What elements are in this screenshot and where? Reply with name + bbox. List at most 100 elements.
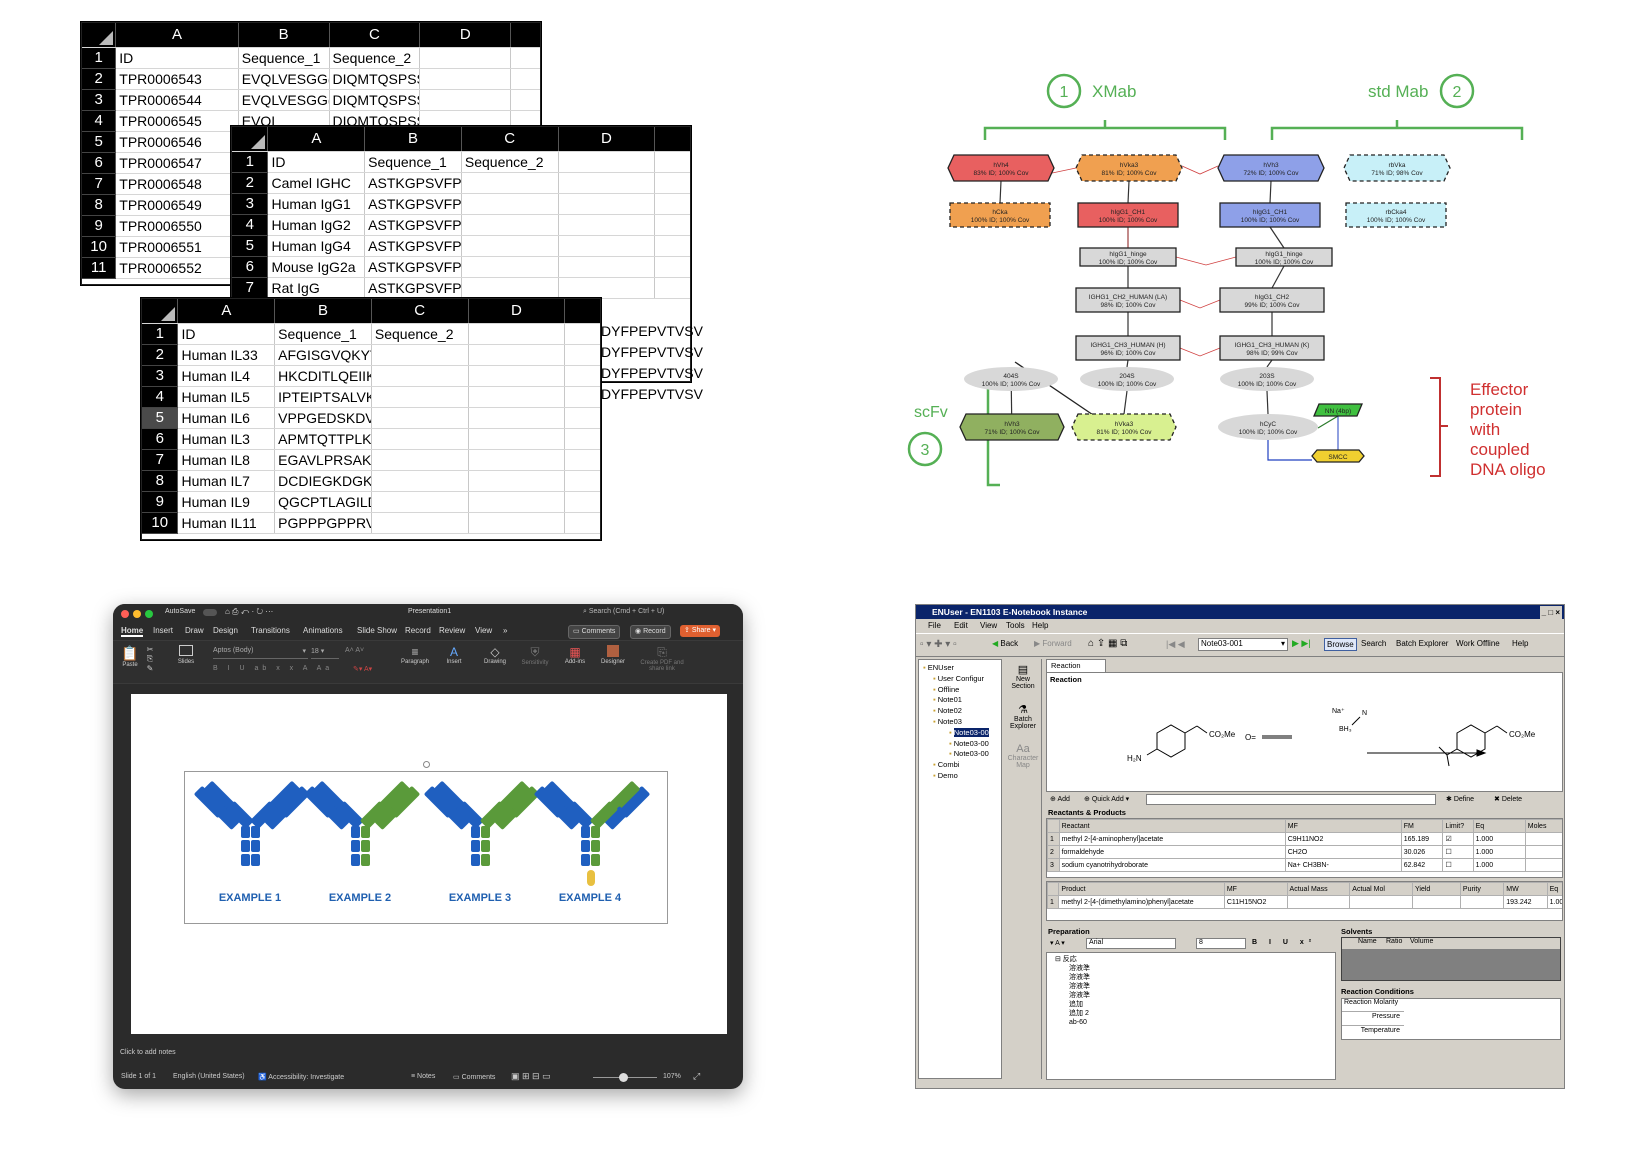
row-header[interactable]: 4 <box>82 110 117 132</box>
cell[interactable]: Human IL7 <box>177 470 276 492</box>
row-header[interactable]: 10 <box>82 236 117 258</box>
bold-italic-underline-buttons[interactable]: B I U x² <box>1252 939 1316 946</box>
row-header[interactable]: 2 <box>82 68 117 90</box>
column-header[interactable]: MF <box>1223 882 1288 896</box>
cell[interactable]: Rat IgG <box>267 277 366 299</box>
row-header[interactable]: 2 <box>232 172 269 194</box>
table-row[interactable]: 3 sodium cyanotrihydroborate Na+ CH3BN- 62.… <box>1047 858 1562 872</box>
cell[interactable] <box>371 512 469 534</box>
cell[interactable] <box>1524 858 1562 872</box>
cell[interactable]: TPR0006551 <box>115 236 239 258</box>
menu-edit[interactable]: Edit <box>954 619 968 632</box>
products-grid[interactable]: Product MF Actual Mass Actual Mol Yield Purit… <box>1046 881 1563 921</box>
cell[interactable] <box>558 214 656 236</box>
tab-design[interactable]: Design <box>213 626 238 635</box>
cell[interactable] <box>564 470 600 492</box>
column-header[interactable]: Reactant <box>1058 819 1286 833</box>
cell[interactable]: Human IL33 <box>177 344 276 366</box>
column-header[interactable]: MF <box>1284 819 1402 833</box>
search-input[interactable]: ⌕ Search (Cmd + Ctrl + U) <box>583 608 664 616</box>
cell[interactable]: DIQMTQSPSSLSASVGDRVTITCLASQTIGT <box>329 68 421 90</box>
cell[interactable]: TPR0006547 <box>115 152 239 174</box>
autosave-toggle[interactable] <box>203 609 217 616</box>
column-header[interactable]: Product <box>1058 882 1225 896</box>
cell[interactable]: sodium cyanotrihydroborate <box>1058 858 1286 872</box>
share-button[interactable]: ⇪ Share ▾ <box>680 625 720 637</box>
row-header[interactable]: 3 <box>142 365 179 387</box>
tree-node[interactable]: ▪ Note01 <box>933 695 962 704</box>
cell[interactable]: Sequence_2 <box>371 323 469 345</box>
row-number[interactable]: 1 <box>1047 832 1060 846</box>
tab-home[interactable]: Home <box>121 626 144 637</box>
cell[interactable]: ID <box>115 47 239 69</box>
row-header[interactable]: 8 <box>142 470 179 492</box>
row-header[interactable]: 5 <box>82 131 117 153</box>
tab-slideshow[interactable]: Slide Show <box>357 626 397 635</box>
cell[interactable] <box>468 344 566 366</box>
quick-add-input[interactable] <box>1146 794 1436 805</box>
cell[interactable]: ASTKGPSVFPLAPSSKSTSGGTAALGCLVKDYFPEPVTVS… <box>364 235 462 257</box>
tree-node[interactable]: ▪ Note02 <box>933 706 962 715</box>
tab-reaction[interactable]: Reaction <box>1046 659 1106 672</box>
tree-node[interactable]: ▪ Note03 <box>933 717 962 726</box>
cell[interactable]: EVQLVESGG( <box>238 89 330 111</box>
back-button[interactable]: ◀ Back <box>992 639 1018 648</box>
cell[interactable] <box>654 214 690 236</box>
column-header[interactable]: MW <box>1503 882 1548 896</box>
cell[interactable]: TPR0006548 <box>115 173 239 195</box>
preparation-editor[interactable]: ⊟ 反応 溶液準 溶液準 溶液準 溶液準 追加 追加 2 ab-60 <box>1046 952 1336 1080</box>
note-select[interactable]: Note03-001 ▾ <box>1198 638 1288 651</box>
zoom-level[interactable]: 107% <box>663 1073 681 1080</box>
record-button[interactable]: ◉ Record <box>630 625 671 639</box>
cell[interactable]: EVQLVESGG( <box>238 68 330 90</box>
row-header[interactable]: 6 <box>232 256 269 278</box>
cell[interactable]: ☐ <box>1442 845 1474 859</box>
cell[interactable] <box>564 512 600 534</box>
cell[interactable]: TPR0006544 <box>115 89 239 111</box>
cell[interactable] <box>558 256 656 278</box>
addins-button[interactable]: ▦ Add-ins <box>561 645 589 665</box>
font-size-select[interactable]: 8 <box>1196 938 1246 949</box>
column-header[interactable]: B <box>274 299 372 324</box>
cell[interactable] <box>461 193 559 215</box>
tree-node[interactable]: ▪ Note03-00 <box>949 739 989 748</box>
cell[interactable]: C11H15NO2 <box>1223 895 1288 909</box>
row-header[interactable]: 1 <box>232 151 269 173</box>
cell[interactable] <box>654 256 690 278</box>
cell[interactable]: Human IgG4 <box>267 235 366 257</box>
row-header[interactable]: 4 <box>232 214 269 236</box>
search-button[interactable]: Search <box>1361 639 1386 648</box>
prep-item[interactable]: ab-60 <box>1055 1018 1115 1027</box>
column-header[interactable]: Eq <box>1472 819 1526 833</box>
column-header[interactable] <box>1047 819 1060 833</box>
column-header[interactable]: C <box>461 127 559 152</box>
cell[interactable]: Human IL6 <box>177 407 276 429</box>
cell[interactable]: EGAVLPRSAKELRCQCIKTYSKPFHPKFIKELRVIESGPH… <box>274 449 372 471</box>
slide-canvas[interactable]: EXAMPLE 1 EXAMPLE 2 EXAMPLE 3 EXAMPLE 4 <box>131 694 727 1034</box>
row-header[interactable]: 8 <box>82 194 117 216</box>
cell[interactable]: 1.000 <box>1472 832 1526 846</box>
tab-draw[interactable]: Draw <box>185 626 204 635</box>
cell[interactable] <box>371 491 469 513</box>
cell[interactable]: ASTKGPSVFPLAPSSKSTSGGTAALGCLVKDYFPEPVTVS… <box>364 193 462 215</box>
cell[interactable]: TPR0006543 <box>115 68 239 90</box>
row-header[interactable]: 5 <box>232 235 269 257</box>
cell[interactable]: methyl 2-[4-aminophenyl]acetate <box>1058 832 1286 846</box>
cell[interactable]: ☐ <box>1442 858 1474 872</box>
highlight-color-icons[interactable]: ✎▾ A▾ <box>353 665 372 673</box>
font-select[interactable]: Arial <box>1086 938 1176 949</box>
font-size-select[interactable]: 18 ▾ <box>311 647 339 659</box>
font-grow-shrink-icons[interactable]: A˄ A˅ <box>345 647 364 654</box>
cell[interactable]: ASTKGPSVFPLAPSSKSTSGGTAALGCLVKDYFPEPVTVS… <box>364 256 462 278</box>
column-header[interactable]: D <box>468 299 566 324</box>
zoom-slider-handle[interactable] <box>619 1073 628 1082</box>
tab-[interactable]: » <box>503 626 507 635</box>
cell[interactable] <box>654 277 690 299</box>
cell[interactable] <box>558 151 656 173</box>
cell[interactable]: 30.026 <box>1400 845 1444 859</box>
prep-item[interactable]: 溶液準 <box>1055 991 1115 1000</box>
tab-animations[interactable]: Animations <box>303 626 343 635</box>
select-all-corner[interactable] <box>82 23 117 48</box>
cell[interactable] <box>558 172 656 194</box>
tree-node[interactable]: ▪ Combi <box>933 760 959 769</box>
